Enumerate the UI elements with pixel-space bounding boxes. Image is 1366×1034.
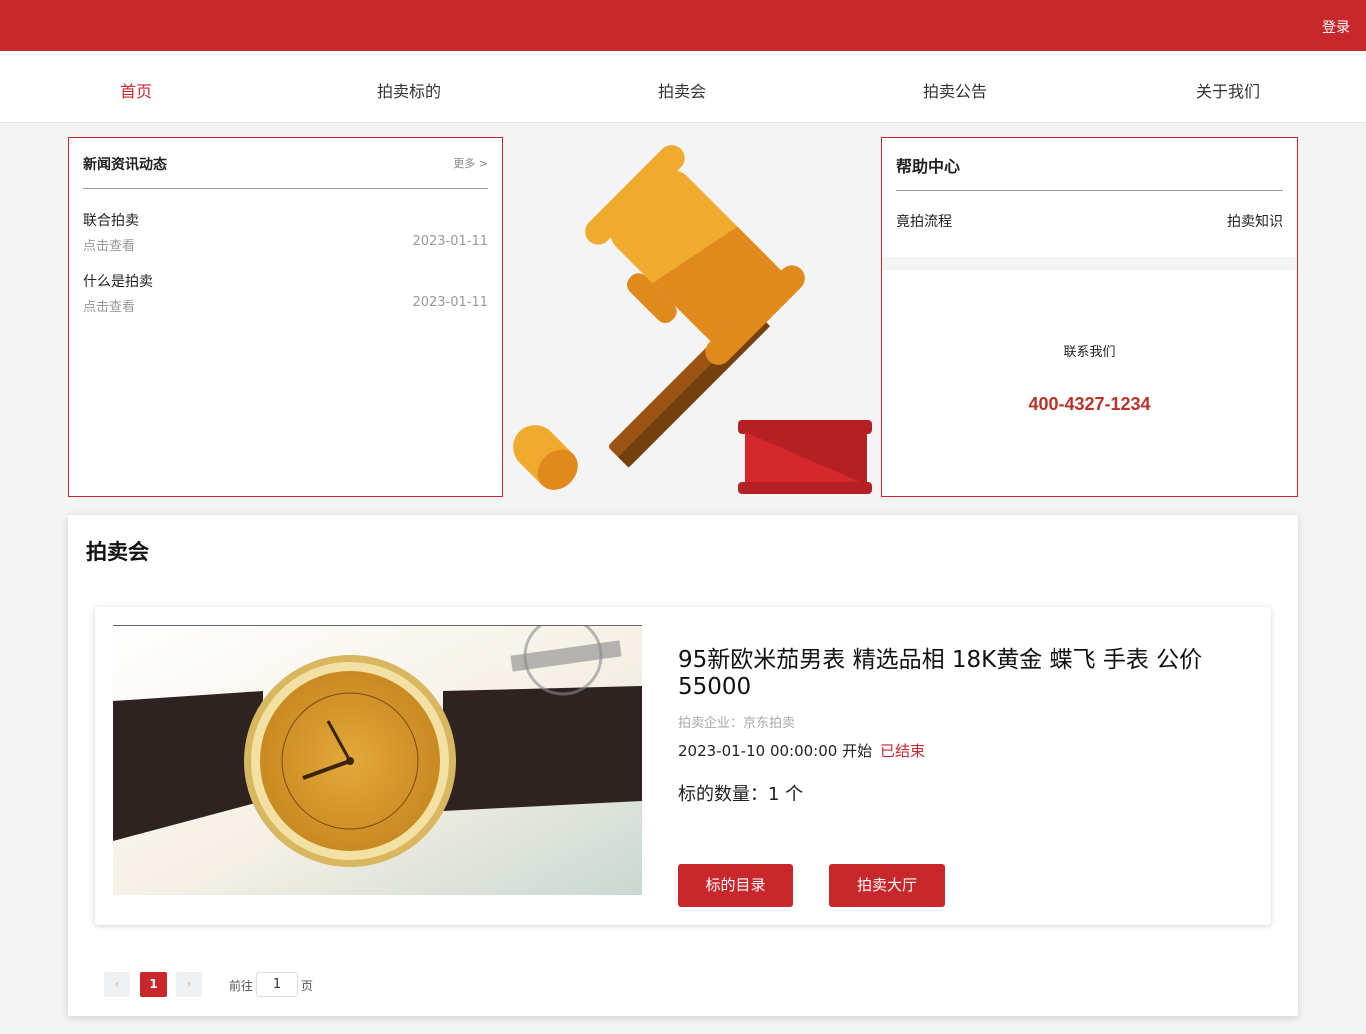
lot-catalog-button[interactable]: 标的目录 <box>678 864 793 907</box>
goto-label: 前往 <box>229 979 254 993</box>
page-number-current[interactable]: 1 <box>140 972 167 997</box>
news-more-link[interactable]: 更多 > <box>453 155 488 171</box>
help-link-auction-knowledge[interactable]: 拍卖知识 <box>1227 211 1283 231</box>
news-item-title: 联合拍卖 <box>83 213 139 229</box>
help-center-panel: 帮助中心 竟拍流程 拍卖知识 联系我们 400-4327-1234 <box>881 137 1298 497</box>
contact-phone: 400-4327-1234 <box>1028 394 1151 414</box>
gavel-illustration <box>513 145 872 494</box>
auction-item-name[interactable]: 95新欧米茄男表 精选品相 18K黄金 蝶飞 手表 公价55000 <box>678 647 1238 701</box>
lot-count: 标的数量：1 个 <box>678 784 804 805</box>
nav-item-announcements[interactable]: 拍卖公告 <box>923 78 987 102</box>
gold-watch-photo <box>113 626 642 895</box>
top-bar: 登录 <box>0 0 1366 51</box>
news-item-title: 什么是拍卖 <box>83 274 153 290</box>
news-item-date: 2023-01-11 <box>412 234 488 249</box>
news-panel: 新闻资讯动态 更多 > 联合拍卖 点击查看 2023-01-11 什么是拍卖 点… <box>68 137 503 497</box>
auction-status-badge: 已结束 <box>880 742 926 760</box>
auction-company: 拍卖企业：京东拍卖 <box>678 716 796 731</box>
auction-card: 95新欧米茄男表 精选品相 18K黄金 蝶飞 手表 公价55000 拍卖企业：京… <box>95 607 1271 925</box>
main-nav: 首页 拍卖标的 拍卖会 拍卖公告 关于我们 <box>0 51 1366 123</box>
auction-section: 拍卖会 95新欧米茄男表 精选品相 18K黄金 蝶飞 手表 公价55000 拍卖… <box>68 515 1298 1016</box>
news-item[interactable]: 什么是拍卖 点击查看 2023-01-11 <box>83 271 488 321</box>
news-item-view-link[interactable]: 点击查看 <box>83 235 135 254</box>
help-center-title: 帮助中心 <box>896 157 961 176</box>
next-page-icon[interactable]: › <box>176 972 202 997</box>
help-link-bidding-process[interactable]: 竟拍流程 <box>896 211 952 231</box>
nav-item-home[interactable]: 首页 <box>120 78 152 102</box>
divider-band <box>882 257 1297 270</box>
auction-hall-button[interactable]: 拍卖大厅 <box>829 864 945 907</box>
auction-section-title: 拍卖会 <box>86 540 149 564</box>
page-jump-input[interactable]: 1 <box>256 972 298 997</box>
prev-page-icon[interactable]: ‹ <box>104 972 130 997</box>
nav-item-auctions[interactable]: 拍卖会 <box>658 78 706 102</box>
news-item-view-link[interactable]: 点击查看 <box>83 296 135 315</box>
contact-us-label: 联系我们 <box>1063 345 1116 360</box>
nav-item-about[interactable]: 关于我们 <box>1196 78 1260 102</box>
login-link[interactable]: 登录 <box>1322 17 1350 37</box>
auction-start-time: 2023-01-10 00:00:00 开始 <box>678 742 873 760</box>
news-item[interactable]: 联合拍卖 点击查看 2023-01-11 <box>83 210 488 260</box>
divider <box>83 188 488 189</box>
auction-item-image[interactable] <box>113 625 642 895</box>
news-item-date: 2023-01-11 <box>412 295 488 310</box>
divider <box>896 190 1283 191</box>
page-suffix-label: 页 <box>301 979 314 993</box>
nav-item-lots[interactable]: 拍卖标的 <box>377 78 441 102</box>
news-panel-title: 新闻资讯动态 <box>83 157 167 173</box>
